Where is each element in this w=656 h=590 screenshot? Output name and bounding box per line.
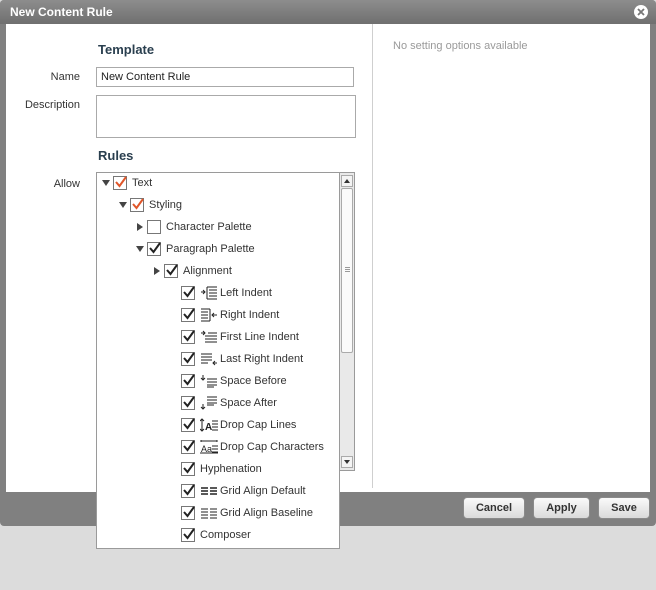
expanded-arrow-icon[interactable] xyxy=(118,200,128,210)
tree-item-label: Right Indent xyxy=(220,309,280,321)
allow-label: Allow xyxy=(53,178,80,190)
tree-item[interactable]: Aa Drop Cap Characters xyxy=(169,438,324,456)
tree-item-label: Grid Align Default xyxy=(220,485,306,497)
tree-item-checkbox[interactable] xyxy=(181,506,195,520)
tree-item-checkbox[interactable] xyxy=(164,264,178,278)
tree-item[interactable]: Composer xyxy=(169,526,251,544)
tree-scrollbar[interactable] xyxy=(339,172,355,471)
tree-item[interactable]: Space Before xyxy=(169,372,287,390)
tree-item-label: Last Right Indent xyxy=(220,353,304,365)
tree-item-label: Drop Cap Characters xyxy=(220,441,324,453)
rules-heading: Rules xyxy=(98,148,134,163)
tree-item[interactable]: Right Indent xyxy=(169,306,279,324)
close-icon[interactable] xyxy=(634,5,648,19)
scroll-up-button[interactable] xyxy=(341,175,353,187)
tree-item[interactable]: Alignment xyxy=(152,262,232,280)
apply-button[interactable]: Apply xyxy=(533,497,590,519)
tree-item[interactable]: A Drop Cap Lines xyxy=(169,416,296,434)
tree-item[interactable]: Grid Align Baseline xyxy=(169,504,313,522)
tree-item-checkbox[interactable] xyxy=(130,198,144,212)
tree-item-checkbox[interactable] xyxy=(181,440,195,454)
tree-item-checkbox[interactable] xyxy=(181,528,195,542)
space-before-icon xyxy=(200,374,218,388)
expanded-arrow-icon[interactable] xyxy=(135,244,145,254)
cancel-button[interactable]: Cancel xyxy=(463,497,525,519)
rules-tree[interactable]: Text Styling Character Palette Paragraph Pa… xyxy=(96,172,340,549)
save-button[interactable]: Save xyxy=(598,497,650,519)
left-indent-icon xyxy=(200,286,218,300)
right-indent-icon xyxy=(200,308,218,322)
panel-divider xyxy=(372,24,373,488)
tree-item-checkbox[interactable] xyxy=(181,308,195,322)
tree-item-label: Character Palette xyxy=(166,221,252,233)
drop-cap-characters-icon: Aa xyxy=(200,440,218,454)
tree-item-label: Hyphenation xyxy=(200,463,262,475)
tree-item[interactable]: Space After xyxy=(169,394,277,412)
description-label: Description xyxy=(24,99,80,111)
description-input[interactable] xyxy=(96,95,356,138)
tree-item[interactable]: First Line Indent xyxy=(169,328,299,346)
space-after-icon xyxy=(200,396,218,410)
tree-item-label: Paragraph Palette xyxy=(166,243,255,255)
tree-item-checkbox[interactable] xyxy=(147,242,161,256)
tree-item-label: Drop Cap Lines xyxy=(220,419,297,431)
grid-align-baseline-icon xyxy=(200,506,218,520)
tree-item-checkbox[interactable] xyxy=(181,462,195,476)
no-settings-message: No setting options available xyxy=(393,40,528,52)
dialog-title: New Content Rule xyxy=(10,5,113,19)
tree-item[interactable]: Grid Align Default xyxy=(169,482,306,500)
tree-item-checkbox[interactable] xyxy=(181,484,195,498)
tree-item-checkbox[interactable] xyxy=(181,352,195,366)
tree-item[interactable]: Styling xyxy=(118,196,182,214)
tree-item-label: Left Indent xyxy=(220,287,272,299)
first-line-indent-icon xyxy=(200,330,218,344)
tree-item-label: Composer xyxy=(200,529,251,541)
tree-item-checkbox[interactable] xyxy=(181,374,195,388)
tree-item-label: Grid Align Baseline xyxy=(220,507,313,519)
name-input[interactable] xyxy=(96,67,354,87)
template-heading: Template xyxy=(98,42,155,57)
dialog-titlebar[interactable]: New Content Rule xyxy=(0,0,656,24)
tree-item[interactable]: Left Indent xyxy=(169,284,272,302)
tree-item-checkbox[interactable] xyxy=(113,176,127,190)
scroll-thumb[interactable] xyxy=(341,188,353,353)
tree-item-label: Alignment xyxy=(183,265,232,277)
expanded-arrow-icon[interactable] xyxy=(101,178,111,188)
collapsed-arrow-icon[interactable] xyxy=(152,266,162,276)
collapsed-arrow-icon[interactable] xyxy=(135,222,145,232)
tree-item-checkbox[interactable] xyxy=(147,220,161,234)
tree-item-checkbox[interactable] xyxy=(181,330,195,344)
scroll-down-button[interactable] xyxy=(341,456,353,468)
tree-item[interactable]: Character Palette xyxy=(135,218,252,236)
tree-item-label: Space After xyxy=(220,397,277,409)
last-right-indent-icon xyxy=(200,352,218,366)
tree-item-label: First Line Indent xyxy=(220,331,299,343)
svg-text:A: A xyxy=(205,422,212,432)
tree-item-checkbox[interactable] xyxy=(181,286,195,300)
tree-item[interactable]: Paragraph Palette xyxy=(135,240,255,258)
drop-cap-lines-icon: A xyxy=(199,418,218,433)
tree-item-label: Text xyxy=(132,177,153,189)
tree-item[interactable]: Text xyxy=(101,174,152,192)
name-label: Name xyxy=(50,71,80,83)
tree-item-checkbox[interactable] xyxy=(181,418,195,432)
tree-item[interactable]: Last Right Indent xyxy=(169,350,303,368)
grid-align-default-icon xyxy=(200,484,218,498)
tree-item-label: Space Before xyxy=(220,375,287,387)
tree-item-label: Styling xyxy=(149,199,183,211)
tree-item[interactable]: Hyphenation xyxy=(169,460,262,478)
tree-item-checkbox[interactable] xyxy=(181,396,195,410)
